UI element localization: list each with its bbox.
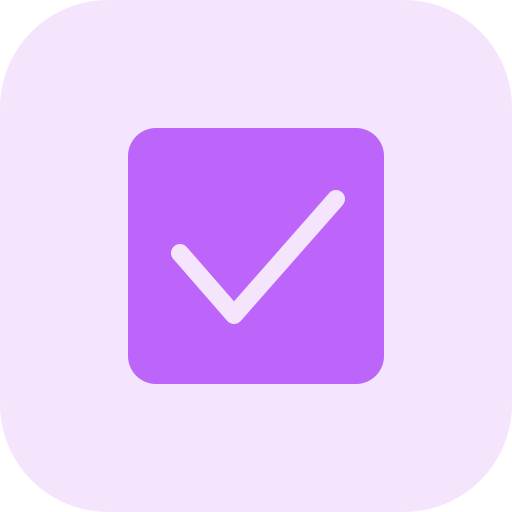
- checkbox[interactable]: [128, 128, 384, 384]
- checkmark-icon: [171, 190, 345, 324]
- icon-tile-background: [0, 0, 512, 512]
- checkmark-stroke: [171, 190, 345, 324]
